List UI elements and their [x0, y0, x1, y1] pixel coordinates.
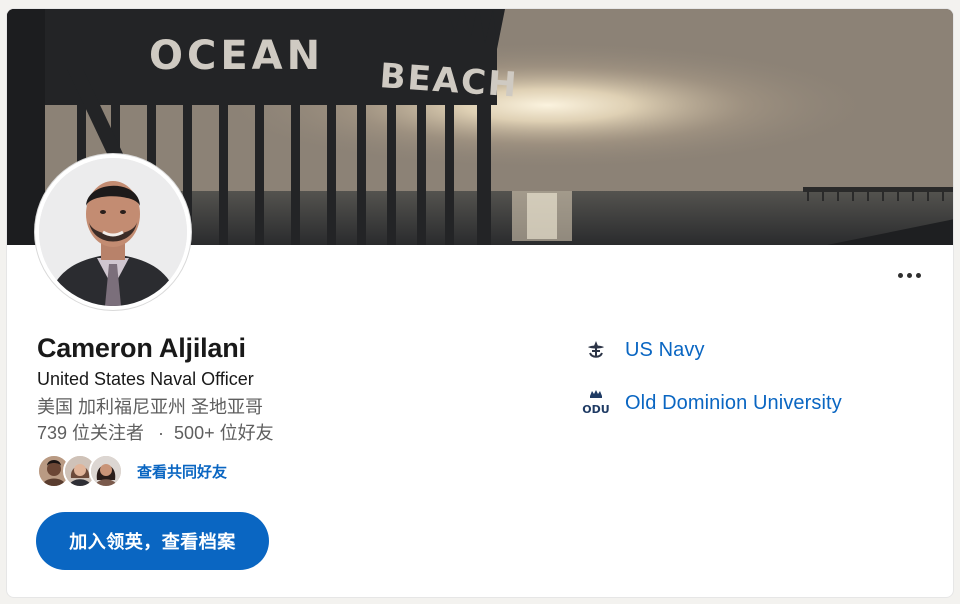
profile-headline: United States Naval Officer	[37, 369, 254, 389]
svg-text:ODU: ODU	[582, 403, 609, 416]
svg-text:OCEAN: OCEAN	[149, 33, 324, 79]
org-name[interactable]: Old Dominion University	[625, 392, 842, 415]
more-options-button[interactable]	[891, 261, 927, 289]
us-navy-logo-icon	[579, 333, 613, 367]
ellipsis-icon	[897, 272, 903, 278]
view-mutual-connections-link[interactable]: 查看共同好友	[137, 461, 227, 482]
odu-logo-icon: ODU	[579, 386, 613, 420]
mutual-connections[interactable]: 查看共同好友	[37, 453, 227, 489]
profile-avatar[interactable]	[35, 154, 191, 310]
join-to-view-profile-button[interactable]: 加入领英，查看档案	[36, 512, 269, 570]
profile-card: OCEAN BEACH Cameron Aljilani United Stat…	[6, 8, 954, 598]
org-old-dominion-university[interactable]: ODU Old Dominion University	[579, 386, 842, 420]
stats-separator: ·	[158, 423, 165, 443]
followers-count: 739 位关注者	[37, 423, 145, 443]
profile-location: 美国 加利福尼亚州 圣地亚哥	[37, 397, 264, 417]
connections-count: 500+ 位好友	[174, 423, 274, 443]
org-us-navy[interactable]: US Navy	[579, 333, 705, 367]
org-name[interactable]: US Navy	[625, 339, 705, 362]
mutual-avatar	[89, 454, 123, 488]
profile-stats: 739 位关注者 · 500+ 位好友	[37, 419, 274, 445]
profile-name: Cameron Aljilani	[37, 333, 246, 363]
